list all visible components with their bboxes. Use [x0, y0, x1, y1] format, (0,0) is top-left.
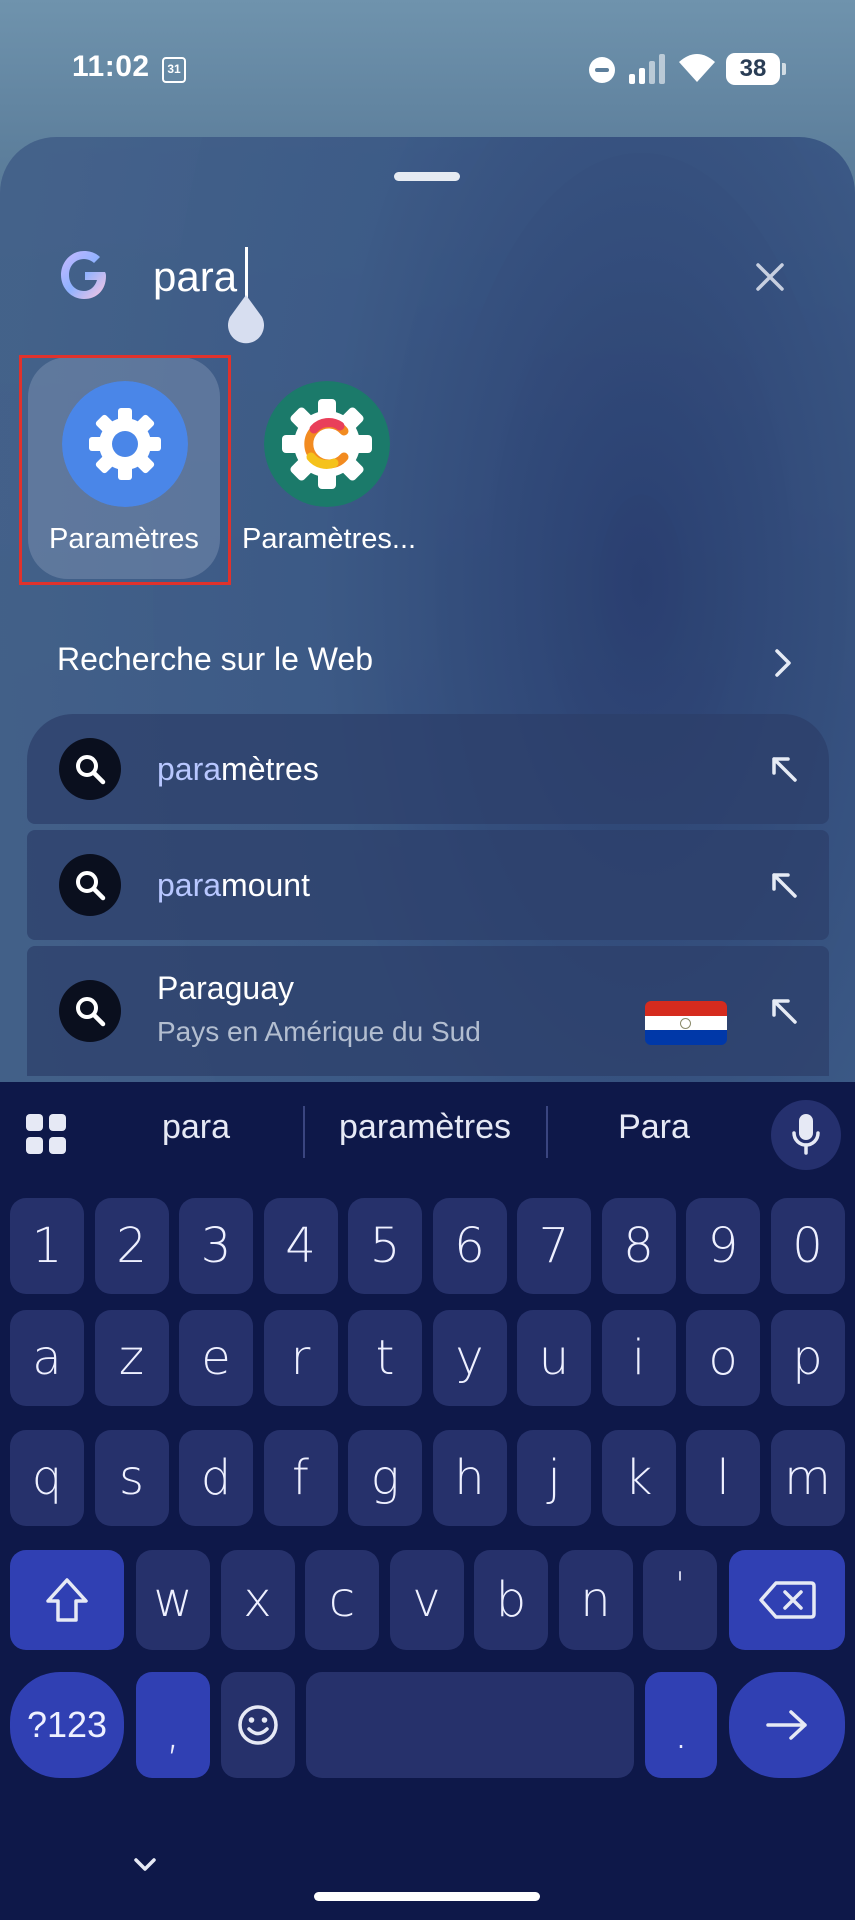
key-r[interactable]: r [263, 1310, 338, 1406]
microphone-icon [792, 1114, 820, 1155]
search-suggestion[interactable]: paramount [27, 830, 829, 940]
key-6[interactable]: 6 [432, 1198, 507, 1294]
key-3[interactable]: 3 [179, 1198, 253, 1294]
key-v[interactable]: v [389, 1550, 464, 1650]
key-y[interactable]: y [432, 1310, 507, 1406]
key-8[interactable]: 8 [601, 1198, 676, 1294]
voice-input-button[interactable] [771, 1100, 841, 1170]
home-indicator[interactable] [314, 1892, 540, 1901]
fill-query-arrow-icon[interactable] [769, 996, 799, 1026]
suggestion-text: paramètres [157, 751, 319, 787]
key-f[interactable]: f [263, 1430, 338, 1526]
shift-key[interactable] [10, 1550, 124, 1650]
key-k[interactable]: k [601, 1430, 676, 1526]
search-input[interactable]: para [153, 253, 237, 301]
key-p[interactable]: p [770, 1310, 845, 1406]
key-b[interactable]: b [474, 1550, 548, 1650]
key-n[interactable]: n [558, 1550, 633, 1650]
suggestion-text: Paraguay [157, 970, 294, 1006]
wifi-icon [679, 54, 715, 82]
key-c[interactable]: c [305, 1550, 379, 1650]
emoji-icon [238, 1705, 278, 1745]
suggestion-divider [303, 1106, 305, 1158]
app-result-settings-2[interactable]: Paramètres... [230, 357, 422, 579]
keyboard-toolbar: para paramètres Para [0, 1082, 855, 1182]
key-7[interactable]: 7 [517, 1198, 591, 1294]
keyboard-suggestion[interactable]: para [110, 1108, 282, 1147]
key-i[interactable]: i [601, 1310, 676, 1406]
fill-query-arrow-icon[interactable] [769, 870, 799, 900]
apps-grid-icon[interactable] [26, 1114, 66, 1154]
search-icon [59, 854, 121, 916]
suggestion-divider [546, 1106, 548, 1158]
space-key[interactable] [306, 1672, 634, 1778]
selection-highlight [19, 355, 231, 585]
keyboard: para paramètres Para 1234567890 azertyui… [0, 1082, 855, 1920]
key-a[interactable]: a [10, 1310, 84, 1406]
key-q[interactable]: q [10, 1430, 84, 1526]
paraguay-flag-icon [645, 1001, 727, 1045]
key-1[interactable]: 1 [10, 1198, 84, 1294]
keyboard-suggestion[interactable]: Para [560, 1108, 748, 1147]
search-suggestion[interactable]: Paraguay Pays en Amérique du Sud [27, 946, 829, 1076]
key-u[interactable]: u [517, 1310, 591, 1406]
comma-key[interactable]: , [136, 1672, 210, 1778]
calendar-icon: 31 [162, 57, 186, 83]
key-h[interactable]: h [432, 1430, 507, 1526]
key-4[interactable]: 4 [263, 1198, 338, 1294]
key-5[interactable]: 5 [348, 1198, 422, 1294]
symbols-key[interactable]: ?123 [10, 1672, 124, 1778]
battery-indicator: 38 [726, 53, 786, 85]
chevron-right-icon [775, 649, 791, 677]
backspace-icon [759, 1581, 816, 1619]
key-l[interactable]: l [686, 1430, 760, 1526]
web-search-header[interactable]: Recherche sur le Web [57, 641, 797, 691]
key-2[interactable]: 2 [94, 1198, 169, 1294]
key-z[interactable]: z [94, 1310, 169, 1406]
app-label: Paramètres... [242, 523, 417, 555]
key-g[interactable]: g [348, 1430, 422, 1526]
search-icon [59, 738, 121, 800]
key-s[interactable]: s [94, 1430, 169, 1526]
status-time: 11:02 [72, 50, 150, 83]
period-key[interactable]: . [645, 1672, 717, 1778]
colored-settings-gear-icon [264, 381, 390, 507]
do-not-disturb-icon [589, 57, 615, 83]
keyboard-suggestion[interactable]: paramètres [312, 1108, 538, 1147]
search-suggestion[interactable]: paramètres [27, 714, 829, 824]
key-t[interactable]: t [348, 1310, 422, 1406]
shift-icon [46, 1578, 88, 1622]
key-x[interactable]: x [220, 1550, 295, 1650]
key-0[interactable]: 0 [770, 1198, 845, 1294]
key-d[interactable]: d [179, 1430, 253, 1526]
suggestion-text: paramount [157, 867, 310, 903]
key-e[interactable]: e [179, 1310, 253, 1406]
fill-query-arrow-icon[interactable] [769, 754, 799, 784]
key-j[interactable]: j [517, 1430, 591, 1526]
backspace-key[interactable] [729, 1550, 845, 1650]
close-icon[interactable] [752, 259, 788, 295]
cursor-handle[interactable] [226, 295, 266, 347]
key-apostrophe[interactable]: ' [643, 1550, 717, 1650]
web-search-label: Recherche sur le Web [57, 641, 373, 677]
key-o[interactable]: o [686, 1310, 760, 1406]
emoji-key[interactable] [221, 1672, 295, 1778]
key-w[interactable]: w [136, 1550, 210, 1650]
enter-key[interactable] [729, 1672, 845, 1778]
suggestion-subtitle: Pays en Amérique du Sud [157, 1016, 481, 1047]
key-m[interactable]: m [770, 1430, 845, 1526]
drag-handle[interactable] [394, 172, 460, 181]
hide-keyboard-chevron-down-icon[interactable] [130, 1850, 160, 1880]
google-logo-icon [61, 251, 106, 299]
search-icon [59, 980, 121, 1042]
signal-icon [629, 54, 665, 84]
status-bar: 11:02 31 38 [0, 0, 855, 130]
arrow-right-icon [766, 1710, 807, 1740]
key-9[interactable]: 9 [686, 1198, 760, 1294]
